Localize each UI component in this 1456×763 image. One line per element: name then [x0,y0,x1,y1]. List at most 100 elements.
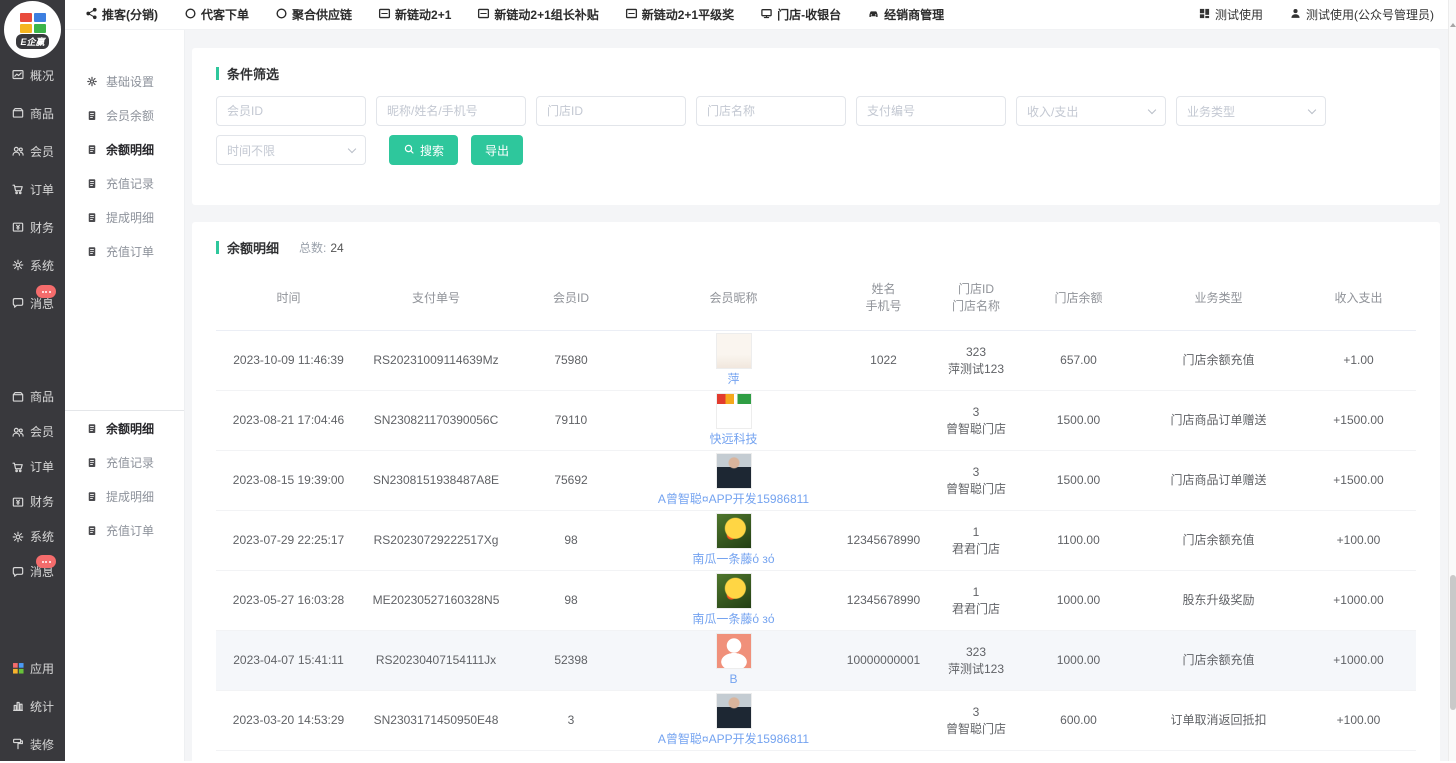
member-nickname-link[interactable]: 南瓜一条藤ό зό [692,611,774,628]
member-avatar[interactable] [716,633,752,669]
cell-balance: 1100.00 [1021,511,1136,571]
sidebar-label: 统计 [30,698,54,715]
filter-input-store-id[interactable] [536,96,686,126]
filter-input-member-id[interactable] [216,96,366,126]
search-button-label: 搜索 [420,142,444,159]
logo-icon [20,13,46,33]
cell-member-id: 79110 [511,391,631,451]
sidebar-item-goods[interactable]: 商品 [0,379,65,414]
stats-icon [11,699,25,713]
column-header-8: 收入支出 [1301,269,1416,331]
total-value: 24 [330,241,343,255]
topnav-item-supply-chain[interactable]: 聚合供应链 [275,6,352,23]
topbar-account[interactable]: 测试使用(公众号管理员) [1289,6,1434,23]
topnav-item-chain-2plus1[interactable]: 新链动2+1 [378,6,451,23]
sidebar-item-finance[interactable]: 财务 [0,208,65,246]
member-nickname-link[interactable]: 萍 [727,371,739,388]
app-logo[interactable]: E企赢 [4,1,61,58]
sidebar-item-system[interactable]: 系统 [0,519,65,554]
member-nickname-link[interactable]: A曾智聪¤APP开发15986811 [658,491,809,508]
filter-input-pay-no[interactable] [856,96,1006,126]
topnav-item-store-cashier[interactable]: 门店-收银台 [760,6,841,23]
submenu-item-commission-detail[interactable]: 提成明细 [65,200,184,234]
sidebar-item-goods[interactable]: 商品 [0,94,65,132]
sidebar-item-order[interactable]: 订单 [0,449,65,484]
sidebar-item-decoration[interactable]: 装修 [0,725,65,763]
scrollbar-thumb[interactable] [1450,575,1456,710]
filter-input-store-name[interactable] [696,96,846,126]
time-range-value: 时间不限 [227,142,275,159]
cell-nickname [631,751,836,762]
sidebar-label: 商品 [30,388,54,405]
topbar-nav: 推客(分销) 代客下单 聚合供应链 新链动2+1 新链动2+1组长补贴 新链动2+1平级奖… [65,6,944,23]
sidebar-item-member[interactable]: 会员 [0,414,65,449]
sidebar-item-order[interactable]: 订单 [0,170,65,208]
table-section-title: 余额明细 总数:24 [192,222,1440,257]
sidebar-label: 装修 [30,736,54,753]
member-icon [11,144,25,158]
member-nickname-link[interactable]: 快远科技 [709,431,757,448]
sidebar-item-stats[interactable]: 统计 [0,687,65,725]
member-nickname-link[interactable]: B [729,671,737,688]
sidebar-item-system[interactable]: 系统 [0,246,65,284]
topnav-item-dealer-management[interactable]: 经销商管理 [867,6,944,23]
filter-input-nickname-name-phone[interactable] [376,96,526,126]
cell-phone [836,691,931,751]
submenu-item-member-balance[interactable]: 会员余额 [65,98,184,132]
filter-select-income-expense[interactable]: 收入/支出 [1016,96,1166,126]
cell-biz-type: 门店余额充值 [1136,631,1301,691]
sidebar-item-apps[interactable]: 应用 [0,649,65,687]
filter-select-time-range[interactable]: 时间不限 [216,135,366,165]
member-nickname-link[interactable]: 南瓜一条藤ό зό [692,551,774,568]
cell-nickname: 萍 [631,331,836,391]
cell-member-id: 98 [511,571,631,631]
submenu-item-basic-settings[interactable]: 基础设置 [65,64,184,98]
message-icon [11,296,25,310]
table-row: 2023-05-27 16:03:28ME20230527160328N598南… [216,571,1416,631]
sidebar-item-message[interactable]: 消息 [0,554,65,589]
search-button[interactable]: 搜索 [389,135,458,165]
topbar: 推客(分销) 代客下单 聚合供应链 新链动2+1 新链动2+1组长补贴 新链动2+1平级奖… [65,0,1448,30]
primary-sidebar: E企赢 概况商品会员订单财务系统消息 商品会员订单财务系统消息 应用统计装修 [0,0,65,761]
sidebar-item-member[interactable]: 会员 [0,132,65,170]
doc-icon [86,422,98,435]
submenu-item-commission-detail[interactable]: 提成明细 [65,479,184,513]
member-avatar[interactable] [716,573,752,609]
topnav-label: 新链动2+1 [395,6,451,23]
member-avatar[interactable] [716,393,752,429]
submenu-label: 充值记录 [106,454,154,471]
sidebar-item-finance[interactable]: 财务 [0,484,65,519]
topnav-item-agent-order[interactable]: 代客下单 [184,6,249,23]
member-nickname-link[interactable]: A曾智聪¤APP开发15986811 [658,731,809,748]
topbar-test-use[interactable]: 测试使用 [1198,6,1263,23]
topnav-item-promoter-distribution[interactable]: 推客(分销) [85,6,158,23]
page-scrollbar[interactable] [1448,0,1456,761]
sidebar-label: 商品 [30,105,54,122]
filter-select-biz-type[interactable]: 业务类型 [1176,96,1326,126]
topnav-item-chain-2plus1-peer-reward[interactable]: 新链动2+1平级奖 [625,6,734,23]
share-icon [85,7,98,23]
chevron-down-icon [348,144,356,152]
submenu-item-recharge-record[interactable]: 充值记录 [65,445,184,479]
submenu-item-balance-detail[interactable]: 余额明细 [65,132,184,166]
member-avatar[interactable] [716,333,752,369]
submenu-item-balance-detail[interactable]: 余额明细 [65,411,184,445]
doc-icon [86,143,98,156]
gear-icon [86,75,98,88]
submenu-item-recharge-record[interactable]: 充值记录 [65,166,184,200]
scroll-up-icon[interactable] [1450,23,1456,27]
cell-time: 2023-04-07 15:41:11 [216,631,361,691]
car-icon [867,7,880,23]
sidebar-item-message[interactable]: 消息 [0,284,65,322]
submenu-item-recharge-order[interactable]: 充值订单 [65,513,184,547]
export-button[interactable]: 导出 [471,135,523,165]
cell-member-id: 52398 [511,631,631,691]
topnav-label: 新链动2+1组长补贴 [494,6,598,23]
member-avatar[interactable] [716,453,752,489]
cell-balance: 657.00 [1021,331,1136,391]
sidebar-item-overview[interactable]: 概况 [0,56,65,94]
submenu-item-recharge-order[interactable]: 充值订单 [65,234,184,268]
topnav-item-chain-2plus1-leader-subsidy[interactable]: 新链动2+1组长补贴 [477,6,598,23]
member-avatar[interactable] [716,513,752,549]
member-avatar[interactable] [716,693,752,729]
